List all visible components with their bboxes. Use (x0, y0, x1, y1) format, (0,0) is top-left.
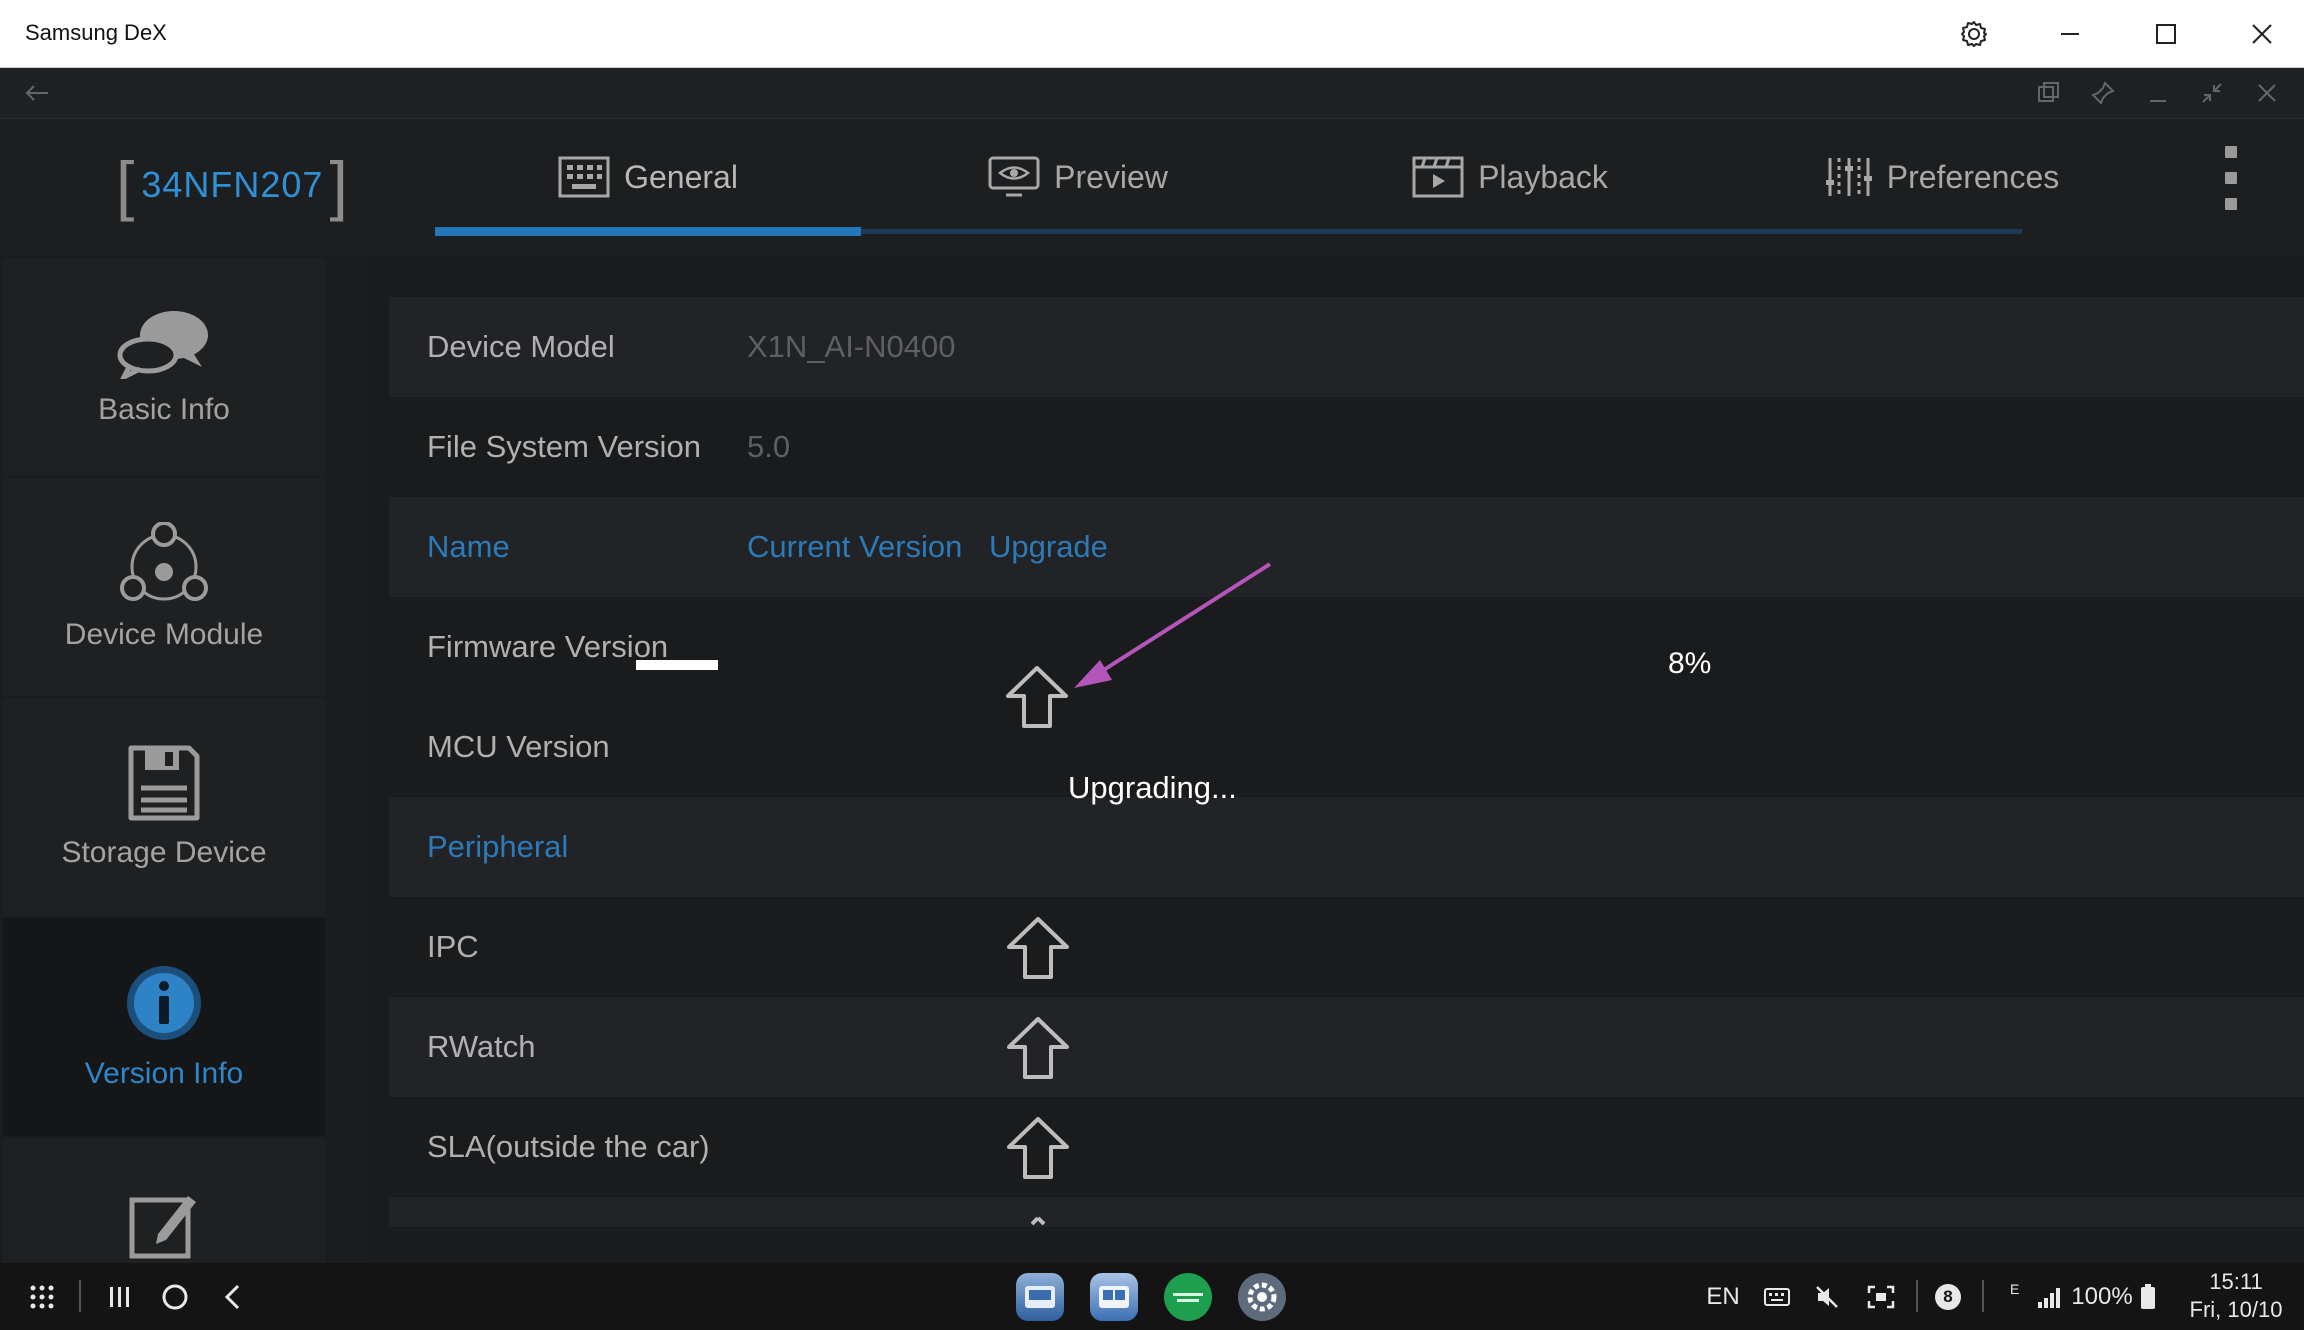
upgrade-arrow-icon[interactable] (1005, 1115, 1071, 1181)
sliders-icon (1825, 158, 1872, 196)
tab-preview[interactable]: Preview (863, 119, 1293, 235)
screenshot-icon[interactable] (1862, 1263, 1900, 1330)
row-partial (389, 1197, 2304, 1227)
sidebar-item-edit[interactable] (3, 1138, 325, 1263)
taskbar-divider (79, 1280, 81, 1312)
app-shortcut-2-icon[interactable] (1090, 1273, 1138, 1321)
close-button[interactable] (2214, 0, 2304, 67)
keyboard-icon (558, 156, 610, 198)
header-current-version: Current Version (747, 529, 963, 564)
mcu-version-label: MCU Version (427, 729, 610, 764)
clock-time: 15:11 (2209, 1269, 2263, 1294)
fs-version-value: 5.0 (747, 429, 791, 464)
minimize-app-icon[interactable] (2143, 78, 2173, 108)
device-id-text: 34NFN207 (141, 164, 324, 205)
fs-version-label: File System Version (427, 429, 701, 464)
settings-app-icon[interactable] (1238, 1273, 1286, 1321)
sidebar-item-version-info[interactable]: Version Info (3, 918, 325, 1136)
app-shortcut-3-icon[interactable] (1164, 1273, 1212, 1321)
signal-icon (2034, 1263, 2064, 1330)
tab-preferences[interactable]: Preferences (1727, 119, 2157, 235)
device-id-label: [ 34NFN207 ] (110, 150, 355, 220)
annotation-arrow-icon (1074, 562, 1272, 688)
recents-icon[interactable] (100, 1263, 140, 1330)
more-options-icon[interactable] (2216, 146, 2246, 210)
collapse-icon[interactable] (2197, 78, 2227, 108)
sidebar-item-label: Version Info (84, 1057, 244, 1090)
row-ipc: IPC (389, 897, 2304, 997)
upgrade-arrow-icon[interactable] (1005, 1015, 1071, 1081)
home-icon[interactable] (155, 1263, 195, 1330)
film-play-icon (1412, 156, 1464, 198)
row-fs-version: File System Version 5.0 (389, 397, 2304, 497)
upgrade-arrow-icon[interactable] (1005, 915, 1071, 981)
tab-preview-label: Preview (1054, 158, 1168, 195)
device-model-value: X1N_AI-N0400 (747, 329, 956, 364)
row-firmware-version: Firmware Version (389, 597, 2304, 697)
row-mcu-version: MCU Version (389, 697, 2304, 797)
tab-general-label: General (624, 158, 738, 195)
settings-gear-icon[interactable] (1926, 0, 2022, 67)
battery-percent: 100% (2071, 1282, 2133, 1310)
back-arrow-icon[interactable] (22, 78, 52, 108)
tab-playback-label: Playback (1478, 158, 1608, 195)
upgrade-arrow-icon (1030, 1216, 1046, 1226)
edit-icon (129, 1196, 196, 1259)
apps-grid-icon[interactable] (22, 1263, 62, 1330)
mute-icon[interactable] (1808, 1263, 1846, 1330)
minimize-button[interactable] (2022, 0, 2118, 67)
sidebar-item-label: Device Module (64, 618, 264, 651)
sidebar-item-label: Basic Info (98, 393, 230, 426)
peripheral-header: Peripheral (427, 829, 569, 864)
tab-preferences-label: Preferences (1886, 158, 2060, 195)
app-shortcut-1-icon[interactable] (1016, 1273, 1064, 1321)
firmware-version-label: Firmware Version (427, 629, 669, 664)
tab-active-indicator (435, 227, 861, 236)
maximize-button[interactable] (2118, 0, 2214, 67)
taskbar-divider (1982, 1280, 1984, 1312)
clock[interactable]: 15:11 Fri, 10/10 (2186, 1268, 2286, 1324)
network-type: E (2010, 1281, 2020, 1297)
modules-icon (120, 522, 208, 601)
monitor-eye-icon (988, 156, 1040, 197)
rwatch-label: RWatch (427, 1029, 536, 1064)
upgrading-status: Upgrading... (1068, 770, 1237, 805)
floppy-disk-icon (128, 745, 200, 821)
row-sla: SLA(outside the car) (389, 1097, 2304, 1197)
sidebar-item-label: Storage Device (61, 836, 267, 869)
clock-date: Fri, 10/10 (2189, 1297, 2283, 1322)
header-name: Name (427, 529, 510, 564)
device-model-label: Device Model (427, 329, 615, 364)
taskbar-divider (1916, 1280, 1918, 1312)
sla-label: SLA(outside the car) (427, 1129, 710, 1164)
sidebar-item-storage-device[interactable]: Storage Device (3, 698, 325, 916)
sidebar-item-device-module[interactable]: Device Module (3, 478, 325, 696)
ipc-label: IPC (427, 929, 479, 964)
nav-back-icon[interactable] (212, 1263, 252, 1330)
chat-bubbles-icon (117, 311, 208, 379)
tab-general[interactable]: General (435, 119, 861, 235)
close-app-icon[interactable] (2252, 78, 2282, 108)
bracket-left: [ (116, 148, 136, 222)
tab-playback[interactable]: Playback (1295, 119, 1725, 235)
row-device-model: Device Model X1N_AI-N0400 (389, 297, 2304, 397)
row-peripheral-header: Peripheral (389, 797, 2304, 897)
pin-icon[interactable] (2088, 78, 2118, 108)
progress-bar (636, 660, 718, 670)
window-popup-icon[interactable] (2033, 78, 2063, 108)
info-icon (127, 966, 201, 1040)
language-indicator[interactable]: EN (1700, 1263, 1746, 1330)
keyboard-tray-icon[interactable] (1758, 1263, 1796, 1330)
progress-percent: 8% (1668, 647, 1712, 680)
bracket-right: ] (329, 148, 349, 222)
row-rwatch: RWatch (389, 997, 2304, 1097)
window-title: Samsung DeX (25, 20, 167, 45)
dex-app-toolbar (0, 68, 2304, 119)
sidebar-item-basic-info[interactable]: Basic Info (3, 258, 325, 476)
notification-count-badge[interactable]: 8 (1930, 1263, 1966, 1330)
row-table-header: Name Current Version Upgrade (389, 497, 2304, 597)
battery-icon (2136, 1263, 2160, 1330)
notification-count: 8 (1935, 1283, 1961, 1310)
